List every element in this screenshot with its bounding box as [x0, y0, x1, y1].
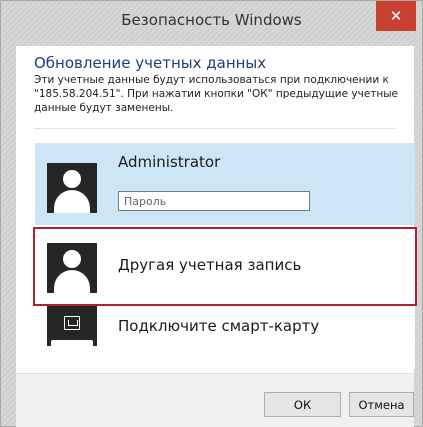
dialog-description: Эти учетные данные будут использоваться … [34, 74, 399, 114]
security-dialog-window: Безопасность Windows ✕ Обновление учетны… [0, 0, 423, 427]
close-icon: ✕ [389, 7, 403, 25]
dialog-content: Обновление учетных данных Эти учетные да… [16, 46, 417, 373]
ok-button[interactable]: ОК [264, 392, 341, 417]
divider [34, 128, 396, 129]
cancel-button[interactable]: Отмена [349, 392, 414, 417]
account-name: Administrator [118, 153, 221, 171]
dialog-heading: Обновление учетных данных [34, 54, 267, 72]
account-name: Другая учетная запись [118, 256, 302, 274]
account-tile-administrator[interactable]: Administrator [35, 143, 415, 225]
password-input[interactable] [118, 191, 310, 211]
close-button[interactable]: ✕ [376, 1, 416, 31]
account-tile-smart-card[interactable]: Подключите смарт-карту [35, 306, 415, 368]
user-avatar-icon [47, 163, 97, 213]
smart-card-icon [47, 306, 97, 346]
user-avatar-icon [47, 243, 97, 293]
account-name: Подключите смарт-карту [118, 317, 320, 335]
title-bar: Безопасность Windows ✕ [1, 1, 422, 41]
account-tile-other-account[interactable]: Другая учетная запись [33, 227, 417, 306]
dialog-footer: ОК Отмена [16, 373, 414, 427]
window-title: Безопасность Windows [121, 11, 302, 29]
